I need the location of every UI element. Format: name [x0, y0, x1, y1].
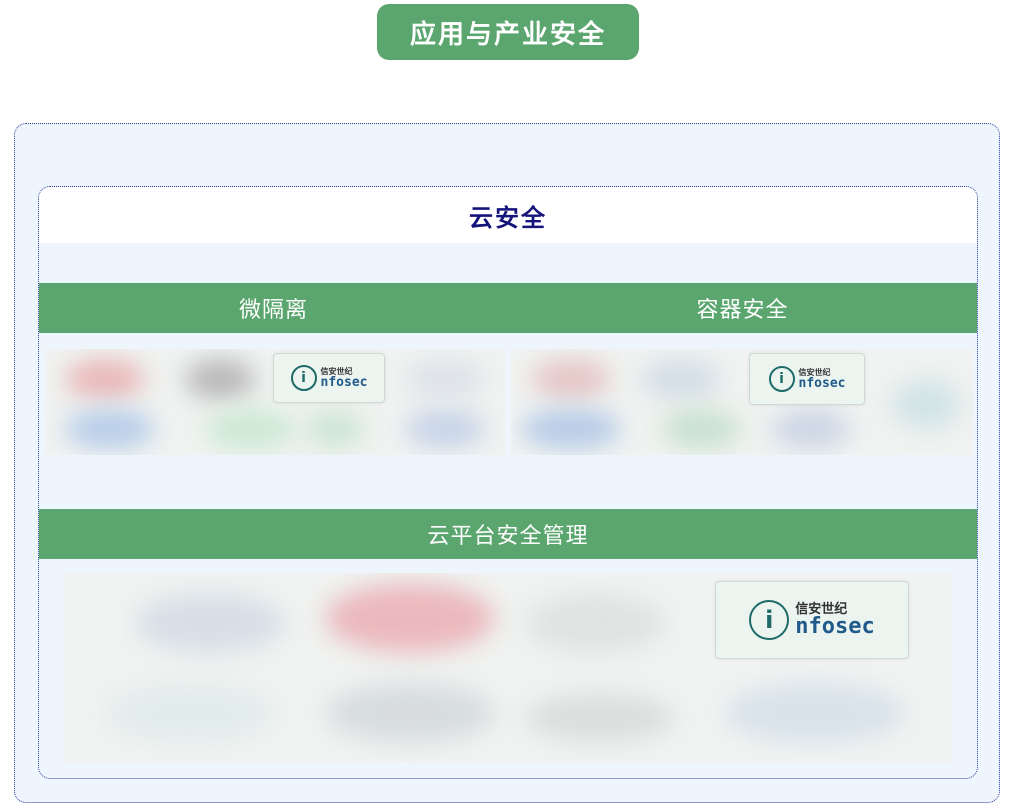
- section-band-bottom: 云平台安全管理: [39, 509, 977, 559]
- section-band-top: 微隔离 容器安全: [39, 283, 977, 333]
- logo-mark-icon: i: [768, 366, 795, 392]
- logo-mark-icon: i: [749, 600, 790, 640]
- infosec-logo: i 信安世纪 nfosec: [715, 581, 909, 659]
- section-header-pill: 应用与产业安全: [377, 4, 639, 60]
- infosec-logo: i 信安世纪 nfosec: [749, 353, 865, 405]
- panel-title-text: 云安全: [469, 203, 547, 232]
- logo-mark-icon: i: [290, 365, 317, 391]
- section-header-title: 应用与产业安全: [409, 19, 606, 50]
- section-label-container-security: 容器安全: [696, 298, 789, 323]
- infosec-logo: i 信安世纪 nfosec: [273, 353, 385, 403]
- cloud-security-panel: 云安全 微隔离 容器安全 i 信安世纪 nfosec i 信安世纪 nfosec…: [38, 186, 978, 779]
- panel-title: 云安全: [39, 187, 977, 243]
- micro-isolation-screenshot: i 信安世纪 nfosec: [45, 349, 505, 455]
- container-security-screenshot: i 信安世纪 nfosec: [511, 349, 973, 455]
- section-label-cloud-platform-management: 云平台安全管理: [427, 524, 589, 549]
- cloud-platform-screenshot: i 信安世纪 nfosec: [65, 573, 953, 763]
- section-label-micro-isolation: 微隔离: [238, 298, 308, 323]
